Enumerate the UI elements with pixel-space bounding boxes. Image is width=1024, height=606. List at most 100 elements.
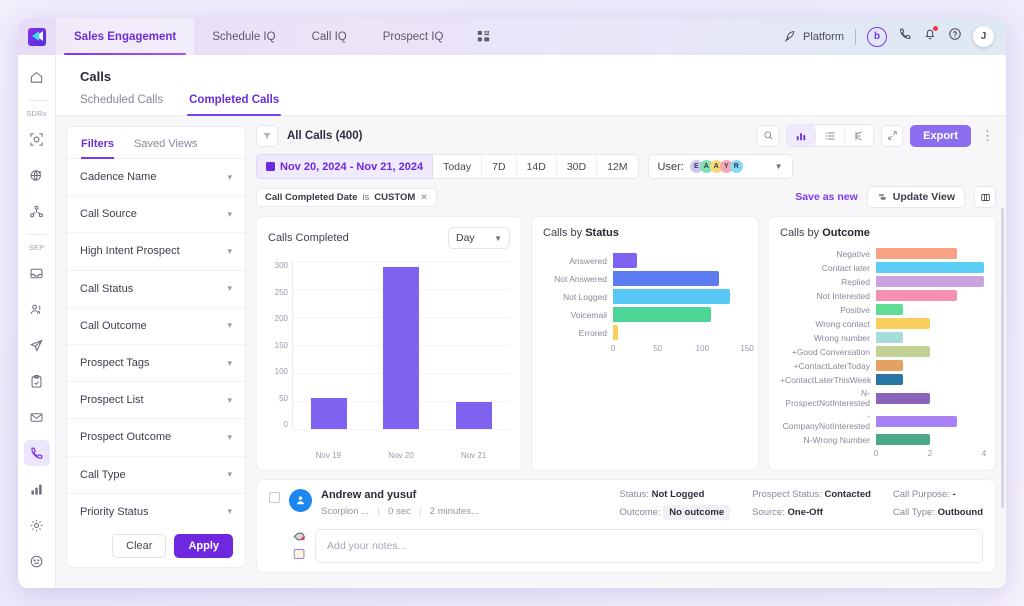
filter-prospect-outcome[interactable]: Prospect Outcome ▾ [67,419,245,457]
bar-column [293,261,365,429]
sidebar-item-globe-plus[interactable] [24,162,50,188]
tag-icon[interactable] [291,529,307,543]
export-button[interactable]: Export [910,124,971,147]
app-logo[interactable] [18,18,56,55]
columns-icon[interactable] [974,186,996,208]
filter-call-status[interactable]: Call Status ▾ [67,271,245,308]
preset-14d[interactable]: 14D [517,155,557,178]
filter-cadence-name[interactable]: Cadence Name ▾ [67,159,245,197]
bar-contact-later-today[interactable] [876,360,903,371]
filter-priority-status[interactable]: Priority Status ▾ [67,494,245,525]
row-checkbox[interactable] [269,492,280,503]
bar-replied[interactable] [876,276,984,287]
platform-button[interactable]: Platform [784,30,844,43]
bar-contact-later[interactable] [876,262,984,273]
tab-filters[interactable]: Filters [81,138,115,159]
preset-30d[interactable]: 30D [557,155,598,178]
user-avatar[interactable]: J [973,26,994,47]
clear-filters-button[interactable]: Clear [112,534,167,558]
bar-nov-20[interactable] [383,266,420,429]
sidebar-item-home[interactable] [24,64,50,90]
date-range-picker[interactable]: Nov 20, 2024 - Nov 21, 2024 [256,154,434,179]
bar-good-conversation[interactable] [876,346,930,357]
notifications-icon[interactable] [923,26,938,46]
preset-12m[interactable]: 12M [597,155,637,178]
bar-not-logged[interactable] [613,289,730,304]
save-as-new-button[interactable]: Save as new [795,191,857,203]
bar-n-wrong-number[interactable] [876,434,930,445]
expand-icon[interactable] [881,124,904,147]
filter-prospect-list[interactable]: Prospect List ▾ [67,382,245,420]
sidebar-item-contacts[interactable] [24,296,50,322]
notes-input[interactable]: Add your notes... [315,529,983,563]
filter-call-source[interactable]: Call Source ▾ [67,196,245,234]
bar-nov-21[interactable] [455,402,492,429]
tab-scheduled-calls[interactable]: Scheduled Calls [80,94,163,115]
search-icon[interactable] [757,124,780,147]
rail-section-label-sdrx: SDRx [26,109,47,118]
sidebar-item-analytics[interactable] [24,476,50,502]
x-tick: 0 [873,449,879,458]
bar-not-interested[interactable] [876,290,957,301]
chart-title: Calls by Status [543,227,747,239]
close-icon[interactable]: ✕ [420,192,428,203]
bar-wrong-number[interactable] [876,332,903,343]
sidebar-item-mail[interactable] [24,404,50,430]
sticky-note-icon[interactable] [291,547,307,561]
tab-completed-calls[interactable]: Completed Calls [187,94,282,116]
bar-not-answered[interactable] [613,271,719,286]
bar-wrong-contact[interactable] [876,318,930,329]
chevron-down-icon: ▼ [774,162,783,171]
sidebar-item-send[interactable] [24,332,50,358]
results-scrollbar[interactable] [1001,208,1004,508]
phone-icon[interactable] [898,27,912,46]
sidebar-item-settings[interactable] [24,512,50,538]
sidebar-item-inbox[interactable] [24,260,50,286]
sidebar-item-feedback[interactable] [24,548,50,574]
filter-high-intent-prospect[interactable]: High Intent Prospect ▾ [67,233,245,271]
update-view-button[interactable]: Update View [866,186,965,208]
nav-item-prospect-iq[interactable]: Prospect IQ [365,18,462,55]
more-vertical-icon[interactable]: ⋮ [978,128,996,144]
view-list-button[interactable] [816,125,844,146]
x-tick: Nov 20 [388,451,414,460]
outcome-badge[interactable]: No outcome [663,505,731,520]
sidebar-item-calls[interactable] [23,440,50,466]
user-filter-dropdown[interactable]: User: E A A Y R ▼ [647,154,793,179]
sidebar-item-network-people[interactable] [24,198,50,224]
bar-nov-19[interactable] [311,398,348,429]
status-label: Status: [619,489,649,500]
bar-company-not-interested[interactable] [876,415,957,427]
bar-negative[interactable] [876,248,957,259]
source-label: Source: [752,507,785,518]
view-chart-button[interactable] [787,125,816,146]
bar-prospect-not-interested[interactable] [876,392,930,404]
bar-positive[interactable] [876,304,903,315]
view-split-button[interactable] [845,125,873,146]
bar-answered[interactable] [613,253,638,268]
nav-item-schedule-iq[interactable]: Schedule IQ [194,18,293,55]
bar-label: N-ProspectNotInterested [785,388,870,408]
apps-grid-icon[interactable] [461,18,506,55]
filters-list: Cadence Name ▾ Call Source ▾ High Intent P… [67,159,245,525]
filter-label: Cadence Name [80,171,157,184]
bar-contact-later-this-week[interactable] [876,374,903,385]
sidebar-item-target-scan[interactable] [24,126,50,152]
preset-7d[interactable]: 7D [482,155,517,178]
preset-today[interactable]: Today [433,155,483,178]
granularity-dropdown[interactable]: Day ▼ [448,227,510,249]
filter-call-type[interactable]: Call Type ▾ [67,457,245,494]
apply-filters-button[interactable]: Apply [174,534,233,558]
funnel-icon[interactable] [256,124,278,147]
bar-errored[interactable] [613,325,619,340]
tab-saved-views[interactable]: Saved Views [134,138,197,158]
call-contact-name[interactable]: Andrew and yusuf [321,489,479,501]
help-icon[interactable] [948,27,962,46]
nav-item-call-iq[interactable]: Call IQ [294,18,365,55]
filter-call-outcome[interactable]: Call Outcome ▾ [67,308,245,345]
bar-voicemail[interactable] [613,307,711,322]
power-dialer-button[interactable]: b [867,26,887,47]
sidebar-item-clipboard[interactable] [24,368,50,394]
nav-item-sales-engagement[interactable]: Sales Engagement [56,18,195,55]
filter-prospect-tags[interactable]: Prospect Tags ▾ [67,345,245,383]
